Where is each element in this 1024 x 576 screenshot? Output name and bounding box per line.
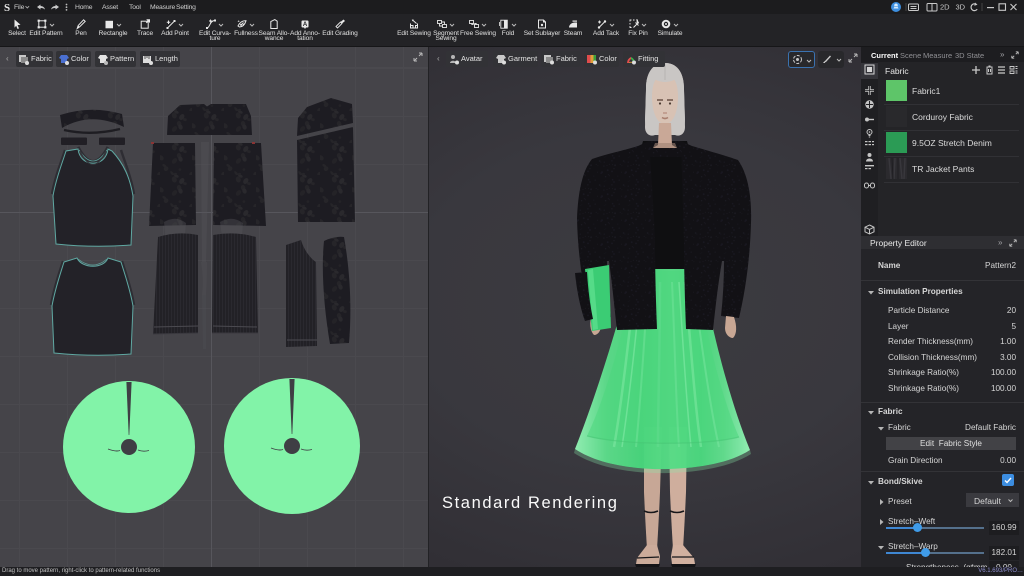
svg-text:2D: 2D (940, 3, 950, 12)
svg-text:3D: 3D (956, 3, 966, 12)
svg-text:S: S (4, 2, 10, 14)
svg-text:A: A (303, 22, 308, 28)
